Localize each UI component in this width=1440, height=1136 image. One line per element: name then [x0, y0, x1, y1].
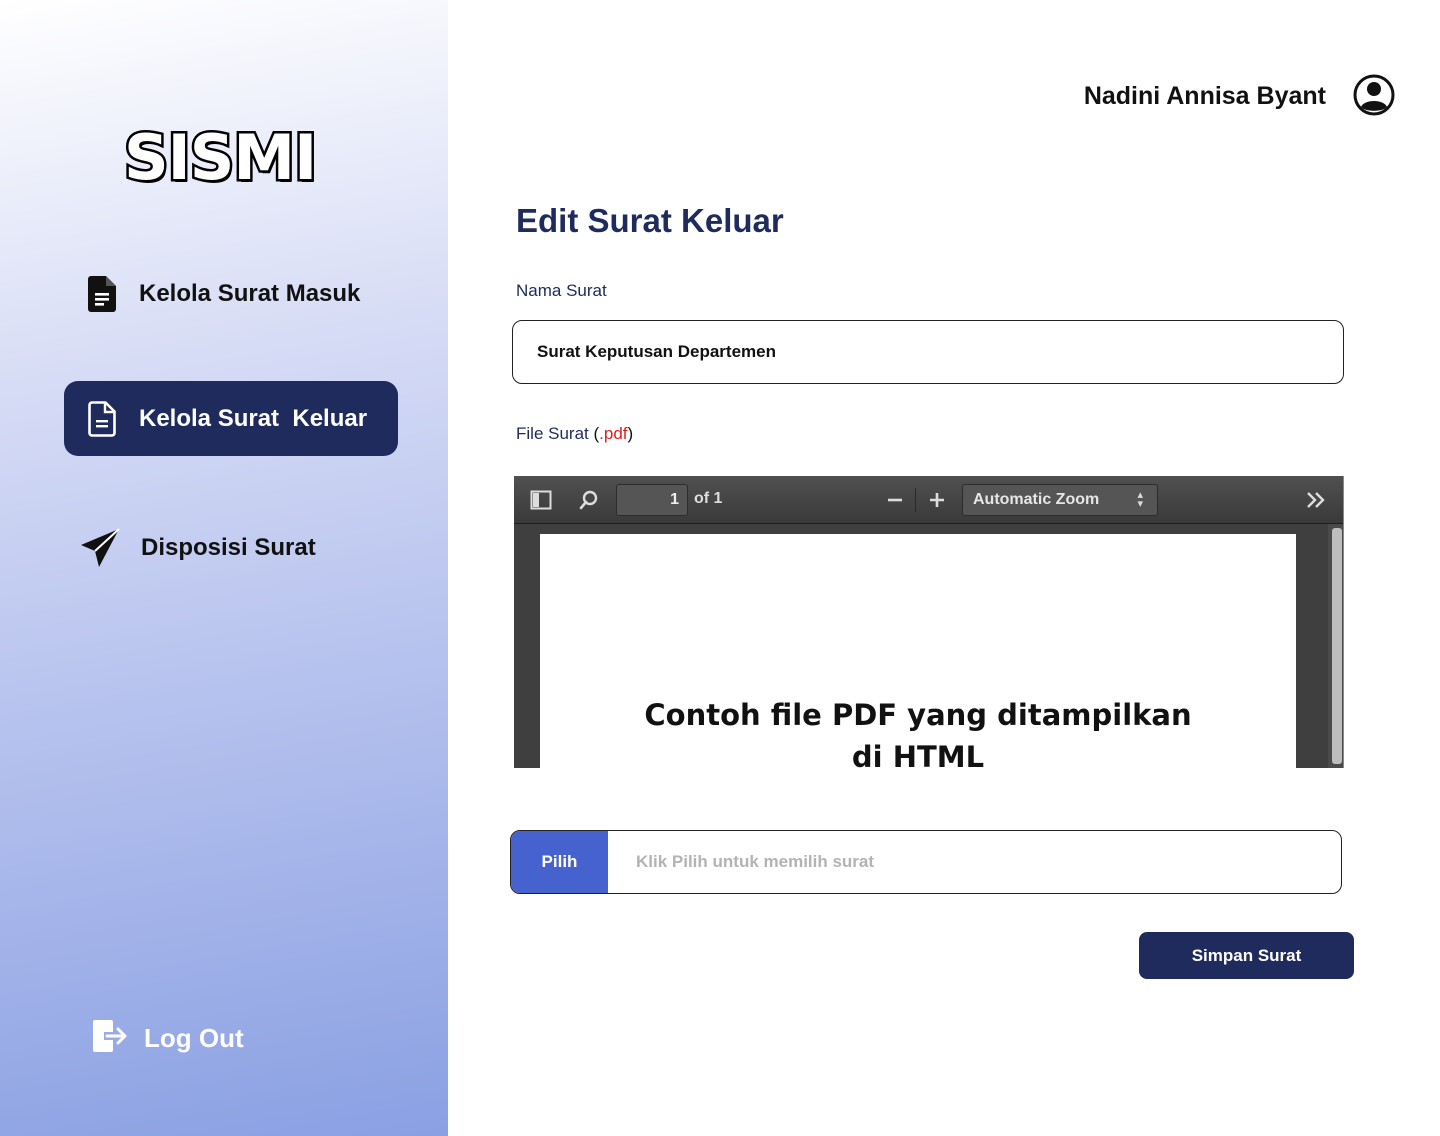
file-ext-close-paren: ) [627, 424, 634, 443]
select-arrows-icon: ▴ ▾ [1137, 489, 1143, 510]
sidebar-item-label: Kelola Surat Keluar [139, 404, 368, 432]
pdf-toolbar: of 1 Automatic Zoom ▴▾ [514, 476, 1343, 524]
page-count: of 1 [694, 490, 723, 507]
sidebar-item-surat-masuk[interactable]: Kelola Surat Masuk [64, 256, 398, 331]
zoom-select[interactable]: Automatic Zoom ▴ ▾ [962, 484, 1158, 516]
simpan-surat-button[interactable]: Simpan Surat [1139, 932, 1354, 979]
file-surat-label-text: File Surat [516, 424, 594, 443]
user-name: Nadini Annisa Byant [1083, 82, 1326, 110]
file-ext-label: .pdf [599, 424, 628, 443]
app-logo: SISMI [122, 121, 320, 194]
nama-surat-input[interactable] [512, 320, 1344, 384]
toolbar-divider [915, 488, 916, 512]
pdf-page-content: Contoh file PDF yang ditampilkan di HTML [540, 694, 1296, 768]
logout-icon [92, 1018, 128, 1059]
tools-expand-icon[interactable] [1302, 486, 1330, 514]
pdf-viewer: of 1 Automatic Zoom ▴▾ Contoh file PDF y… [514, 476, 1344, 768]
file-surat-label: File Surat (.pdf) [516, 424, 633, 444]
page-number-input[interactable] [616, 484, 688, 516]
nama-surat-label: Nama Surat [516, 281, 607, 300]
sidebar-toggle-icon[interactable] [528, 486, 554, 514]
sidebar-item-disposisi[interactable]: Disposisi Surat [64, 510, 398, 585]
sidebar-item-label: Disposisi Surat [141, 533, 316, 561]
document-filled-icon [84, 272, 120, 316]
search-icon[interactable] [576, 486, 602, 514]
sidebar-item-label: Kelola Surat Masuk [139, 279, 361, 307]
logout-button[interactable]: Log Out [92, 1018, 244, 1059]
page-title: Edit Surat Keluar [516, 202, 784, 239]
pdf-scrollbar[interactable] [1332, 528, 1342, 764]
zoom-out-icon[interactable] [882, 486, 908, 514]
document-outline-icon [84, 397, 120, 441]
pilih-button[interactable]: Pilih [511, 831, 608, 893]
sidebar: SISMI Kelola Surat Masuk Kelola Surat Ke… [0, 0, 448, 1136]
pdf-page: Contoh file PDF yang ditampilkan di HTML [540, 534, 1296, 768]
paper-plane-icon [78, 526, 122, 570]
user-circle-icon[interactable] [1353, 74, 1395, 116]
file-picker: Pilih Klik Pilih untuk memilih surat [510, 830, 1342, 894]
sidebar-item-surat-keluar[interactable]: Kelola Surat Keluar [64, 381, 398, 456]
zoom-select-value: Automatic Zoom [973, 491, 1100, 508]
pdf-text-line-2: di HTML [851, 740, 985, 768]
logout-label: Log Out [144, 1023, 244, 1053]
pdf-text-line-1: Contoh file PDF yang ditampilkan [644, 698, 1192, 732]
zoom-in-icon[interactable] [924, 486, 950, 514]
file-picker-placeholder[interactable]: Klik Pilih untuk memilih surat [608, 831, 874, 893]
